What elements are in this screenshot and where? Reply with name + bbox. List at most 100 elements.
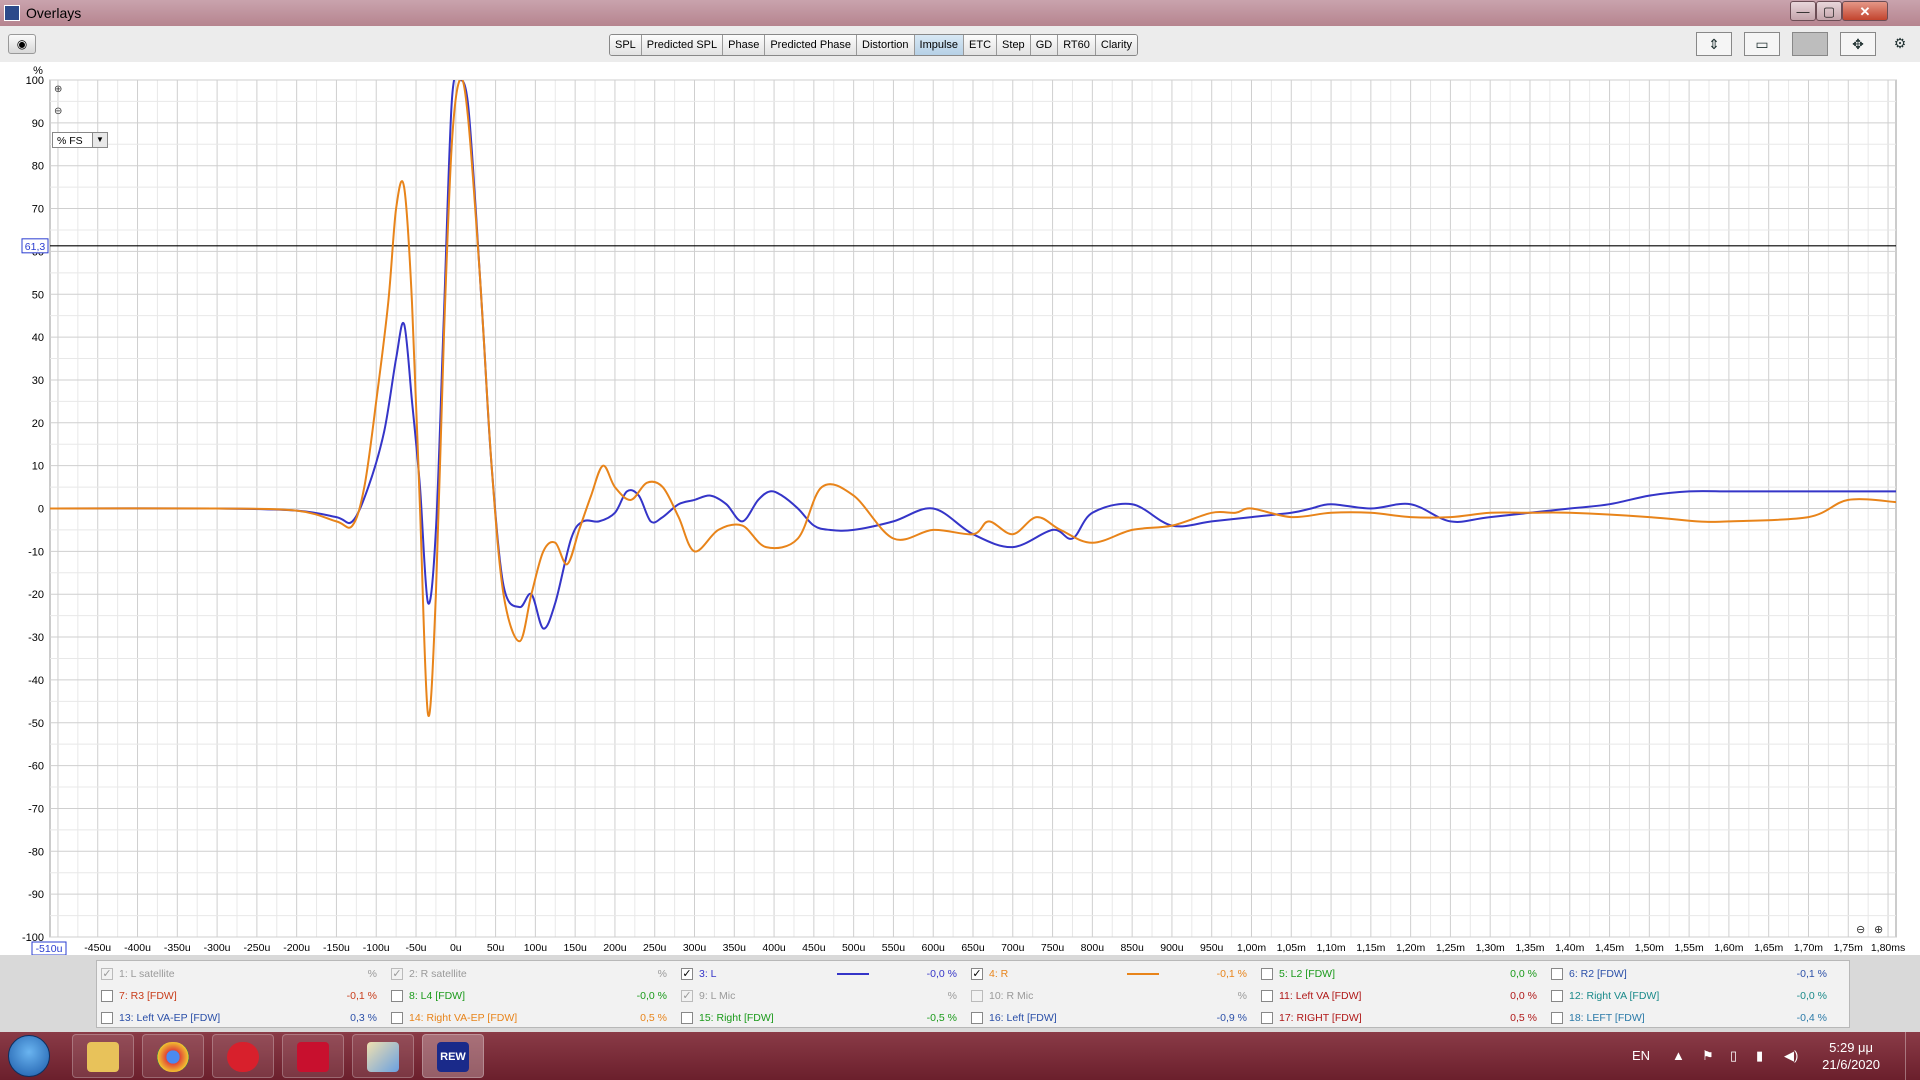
explorer-taskbar-button[interactable] <box>72 1034 134 1078</box>
legend-checkbox[interactable]: ✓ <box>681 968 693 980</box>
legend-checkbox[interactable] <box>1261 968 1273 980</box>
tab-clarity[interactable]: Clarity <box>1095 35 1138 55</box>
legend-label: 17: RIGHT [FDW] <box>1279 1012 1362 1024</box>
legend-label: 2: R satellite <box>409 968 467 980</box>
tab-spl[interactable]: SPL <box>610 35 642 55</box>
x-tick-label: -400u <box>124 942 151 954</box>
legend-label: 15: Right [FDW] <box>699 1012 774 1024</box>
legend-item[interactable]: 18: LEFT [FDW] -0,4 % <box>1551 1008 1827 1028</box>
tab-predicted-spl[interactable]: Predicted SPL <box>641 35 724 55</box>
legend-value: 0,0 % <box>1510 968 1537 980</box>
legend-checkbox[interactable] <box>1551 990 1563 1002</box>
legend-checkbox[interactable]: ✓ <box>391 968 403 980</box>
tab-etc[interactable]: ETC <box>964 35 998 55</box>
controls-button[interactable]: ▭ <box>1744 32 1780 56</box>
legend-label: 4: R <box>989 968 1009 980</box>
legend-checkbox[interactable] <box>101 1012 113 1024</box>
legend-checkbox[interactable]: ✓ <box>681 990 693 1002</box>
show-desktop-button[interactable] <box>1905 1032 1920 1080</box>
zoom-out-icon[interactable]: ⊖ <box>54 106 62 117</box>
zoom-x-in-icon[interactable]: ⊕ <box>1874 924 1883 936</box>
tab-phase[interactable]: Phase <box>723 35 766 55</box>
tab-predicted-phase[interactable]: Predicted Phase <box>765 35 858 55</box>
legend-item[interactable]: 15: Right [FDW] -0,5 % <box>681 1008 957 1028</box>
legend-checkbox[interactable] <box>1551 1012 1563 1024</box>
pan-button[interactable]: ✥ <box>1840 32 1876 56</box>
limits-button[interactable]: ⇕ <box>1696 32 1732 56</box>
x-tick-label: 1,55m <box>1675 942 1704 954</box>
legend-item[interactable]: ✓ 2: R satellite% <box>391 964 667 984</box>
settings-button[interactable]: ⚙ <box>1888 32 1912 56</box>
zoom-x-out-icon[interactable]: ⊖ <box>1856 924 1865 936</box>
y-tick-label: 0 <box>38 504 44 516</box>
minimize-button[interactable]: — <box>1790 1 1816 21</box>
tab-distortion[interactable]: Distortion <box>857 35 915 55</box>
legend-item[interactable]: ✓ 9: L Mic% <box>681 986 957 1006</box>
zoom-in-icon[interactable]: ⊕ <box>54 84 62 95</box>
legend-item[interactable]: 11: Left VA [FDW] 0,0 % <box>1261 986 1537 1006</box>
legend-item[interactable]: 14: Right VA-EP [FDW] 0,5 % <box>391 1008 667 1028</box>
legend-item[interactable]: 5: L2 [FDW] 0,0 % <box>1261 964 1537 984</box>
legend-checkbox[interactable] <box>1551 968 1563 980</box>
legend-label: 16: Left [FDW] <box>989 1012 1057 1024</box>
legend-value: 0,0 % <box>1510 990 1537 1002</box>
legend-item[interactable]: 8: L4 [FDW] -0,0 % <box>391 986 667 1006</box>
close-button[interactable]: ✕ <box>1842 1 1888 21</box>
legend-item[interactable]: 17: RIGHT [FDW] 0,5 % <box>1261 1008 1537 1028</box>
legend-item[interactable]: 13: Left VA-EP [FDW] 0,3 % <box>101 1008 377 1028</box>
volume-icon[interactable]: ◀) <box>1784 1032 1798 1080</box>
legend-checkbox[interactable]: ✓ <box>101 968 113 980</box>
tab-rt60[interactable]: RT60 <box>1058 35 1096 55</box>
tab-step[interactable]: Step <box>997 35 1031 55</box>
app-taskbar-button[interactable] <box>282 1034 344 1078</box>
legend-checkbox[interactable]: ✓ <box>971 968 983 980</box>
x-tick-label: 1,50m <box>1635 942 1664 954</box>
impulse-chart[interactable]: 1009080706050403020100-10-20-30-40-50-60… <box>0 62 1920 955</box>
tab-gd[interactable]: GD <box>1030 35 1059 55</box>
legend-item[interactable]: 12: Right VA [FDW] -0,0 % <box>1551 986 1827 1006</box>
x-tick-label: 1,65m <box>1754 942 1783 954</box>
legend-item[interactable]: 7: R3 [FDW] -0,1 % <box>101 986 377 1006</box>
legend-item[interactable]: ✓ 4: R -0,1 % <box>971 964 1247 984</box>
tab-impulse[interactable]: Impulse <box>914 35 965 55</box>
legend-checkbox[interactable] <box>971 1012 983 1024</box>
legend-checkbox[interactable] <box>391 1012 403 1024</box>
graph-area[interactable]: 1009080706050403020100-10-20-30-40-50-60… <box>0 62 1920 955</box>
chrome-taskbar-button[interactable] <box>142 1034 204 1078</box>
legend-checkbox[interactable] <box>1261 990 1273 1002</box>
legend-item[interactable]: 16: Left [FDW] -0,9 % <box>971 1008 1247 1028</box>
legend-value: -0,1 % <box>346 990 377 1002</box>
opera-taskbar-button[interactable] <box>212 1034 274 1078</box>
legend-checkbox[interactable] <box>1261 1012 1273 1024</box>
language-indicator[interactable]: EN <box>1632 1032 1650 1080</box>
device-icon[interactable]: ▯ <box>1730 1032 1737 1080</box>
clock[interactable]: 5:29 μμ 21/6/2020 <box>1822 1039 1880 1073</box>
gear-icon: ⚙ <box>1893 35 1907 51</box>
y-mode-dropdown[interactable]: % FS ▼ <box>52 132 112 150</box>
taskbar: REW EN ▲ ⚑ ▯ ▮ ◀) 5:29 μμ 21/6/2020 <box>0 1032 1920 1080</box>
x-start-label: -510u <box>36 943 63 955</box>
action-center-flag-icon[interactable]: ⚑ <box>1702 1032 1714 1080</box>
capture-button[interactable] <box>1792 32 1828 56</box>
legend-checkbox[interactable] <box>971 990 983 1002</box>
paint-taskbar-button[interactable] <box>352 1034 414 1078</box>
x-tick-label: 900u <box>1160 942 1184 954</box>
legend-item[interactable]: ✓ 1: L satellite% <box>101 964 377 984</box>
legend-value: % <box>1237 990 1247 1002</box>
legend-checkbox[interactable] <box>681 1012 693 1024</box>
y-tick-label: -40 <box>28 675 44 687</box>
rew-taskbar-button[interactable]: REW <box>422 1034 484 1078</box>
legend-item[interactable]: 10: R Mic% <box>971 986 1247 1006</box>
start-button[interactable] <box>8 1035 50 1077</box>
legend-checkbox[interactable] <box>101 990 113 1002</box>
speaker-settings-button[interactable]: ◉ <box>8 34 36 54</box>
legend-checkbox[interactable] <box>391 990 403 1002</box>
legend-item[interactable]: ✓ 3: L -0,0 % <box>681 964 957 984</box>
legend-item[interactable]: 6: R2 [FDW] -0,1 % <box>1551 964 1827 984</box>
folder-icon <box>87 1042 119 1072</box>
y-unit-label: % <box>33 65 43 77</box>
tray-expand-icon[interactable]: ▲ <box>1672 1032 1685 1080</box>
maximize-button[interactable]: ▢ <box>1816 1 1842 21</box>
network-icon[interactable]: ▮ <box>1756 1032 1763 1080</box>
opera-icon <box>227 1042 259 1072</box>
